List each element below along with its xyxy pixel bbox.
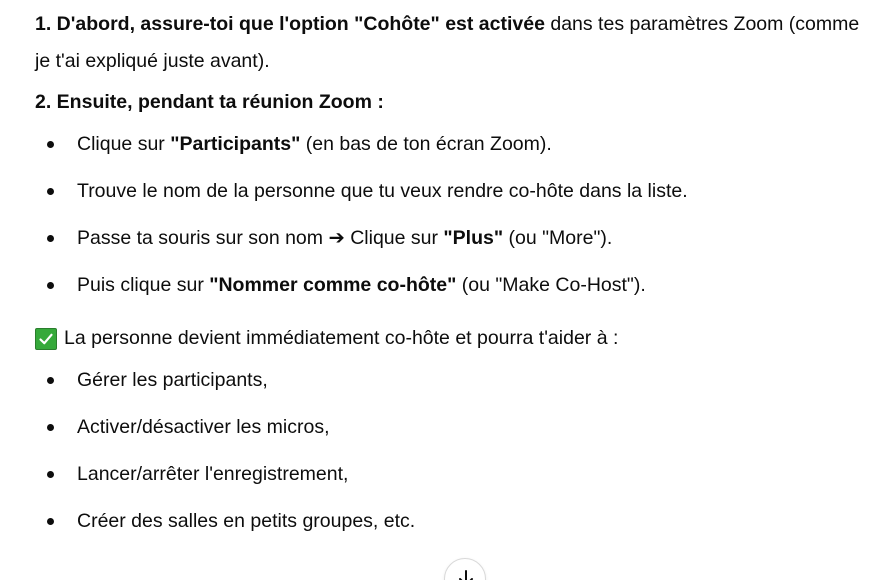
check-mark-icon bbox=[35, 327, 57, 350]
bullet bbox=[47, 471, 54, 478]
scroll-to-bottom-button[interactable] bbox=[444, 558, 486, 580]
result-list: Gérer les participants, Activer/désactiv… bbox=[35, 357, 865, 545]
bullet bbox=[47, 282, 54, 289]
list-item: Créer des salles en petits groupes, etc. bbox=[35, 498, 865, 545]
step-1-bold: 1. D'abord, assure-toi que l'option "Coh… bbox=[35, 13, 545, 35]
bullet bbox=[47, 424, 54, 431]
list-item: Clique sur "Participants" (en bas de ton… bbox=[35, 121, 865, 168]
step-2-list: Clique sur "Participants" (en bas de ton… bbox=[35, 121, 865, 309]
list-item: Trouve le nom de la personne que tu veux… bbox=[35, 168, 865, 215]
result-text: La personne devient immédiatement co-hôt… bbox=[64, 327, 619, 349]
bullet bbox=[47, 188, 54, 195]
result-line: La personne devient immédiatement co-hôt… bbox=[35, 320, 865, 357]
bullet bbox=[47, 235, 54, 242]
assistant-message: 1. D'abord, assure-toi que l'option "Coh… bbox=[35, 0, 865, 545]
bullet bbox=[47, 141, 54, 148]
list-item: Gérer les participants, bbox=[35, 357, 865, 404]
arrow-down-icon bbox=[459, 570, 473, 580]
bullet bbox=[47, 518, 54, 525]
list-item: Puis clique sur "Nommer comme co-hôte" (… bbox=[35, 262, 865, 309]
list-item: Activer/désactiver les micros, bbox=[35, 404, 865, 451]
list-item: Lancer/arrêter l'enregistrement, bbox=[35, 451, 865, 498]
step-2-heading: 2. Ensuite, pendant ta réunion Zoom : bbox=[35, 91, 384, 113]
step-1-paragraph: 1. D'abord, assure-toi que l'option "Coh… bbox=[35, 6, 865, 80]
list-item: Passe ta souris sur son nom ➔ Clique sur… bbox=[35, 215, 865, 262]
bullet bbox=[47, 377, 54, 384]
